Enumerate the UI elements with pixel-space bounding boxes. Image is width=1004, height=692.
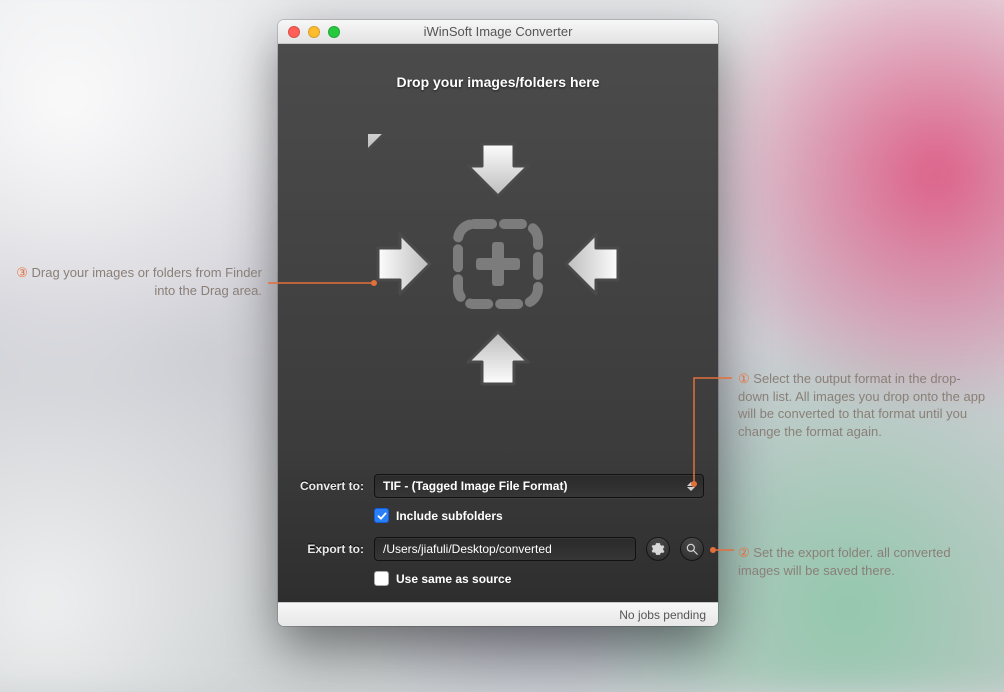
export-settings-button[interactable] [646, 537, 670, 561]
callout-1: ① Select the output format in the drop-d… [738, 370, 986, 440]
app-window: iWinSoft Image Converter Drop your image… [278, 20, 718, 626]
status-text: No jobs pending [619, 608, 706, 622]
controls-panel: Convert to: TIF - (Tagged Image File For… [278, 462, 718, 602]
callout-2-num: ② [738, 545, 750, 560]
drop-area[interactable]: Drop your images/folders here [278, 44, 718, 462]
callout-1-num: ① [738, 371, 750, 386]
reveal-in-finder-button[interactable] [680, 537, 704, 561]
export-path-value: /Users/jiafuli/Desktop/converted [383, 542, 552, 556]
callout-3-text: Drag your images or folders from Finder … [32, 265, 262, 298]
magnifier-icon [685, 542, 699, 556]
drop-hint-text: Drop your images/folders here [278, 74, 718, 90]
export-path-field[interactable]: /Users/jiafuli/Desktop/converted [374, 537, 636, 561]
window-title: iWinSoft Image Converter [278, 24, 718, 39]
convert-to-label: Convert to: [292, 479, 364, 493]
drop-target-icon [368, 134, 628, 394]
include-subfolders-row: Include subfolders [374, 508, 704, 523]
convert-format-value: TIF - (Tagged Image File Format) [383, 479, 567, 493]
convert-row: Convert to: TIF - (Tagged Image File For… [292, 474, 704, 498]
callout-2-text: Set the export folder. all converted ima… [738, 545, 951, 578]
titlebar: iWinSoft Image Converter [278, 20, 718, 44]
select-caret-icon [687, 482, 695, 491]
export-to-label: Export to: [292, 542, 364, 556]
export-row: Export to: /Users/jiafuli/Desktop/conver… [292, 537, 704, 561]
gear-icon [651, 542, 665, 556]
callout-2: ② Set the export folder. all converted i… [738, 544, 986, 579]
use-same-as-source-label: Use same as source [396, 572, 511, 586]
status-bar: No jobs pending [278, 602, 718, 626]
callout-3: ③ Drag your images or folders from Finde… [14, 264, 262, 299]
callout-1-text: Select the output format in the drop-dow… [738, 371, 985, 439]
use-same-as-source-checkbox[interactable] [374, 571, 389, 586]
use-same-as-source-row: Use same as source [374, 571, 704, 586]
include-subfolders-checkbox[interactable] [374, 508, 389, 523]
convert-format-select[interactable]: TIF - (Tagged Image File Format) [374, 474, 704, 498]
callout-3-num: ③ [16, 265, 28, 280]
include-subfolders-label: Include subfolders [396, 509, 503, 523]
